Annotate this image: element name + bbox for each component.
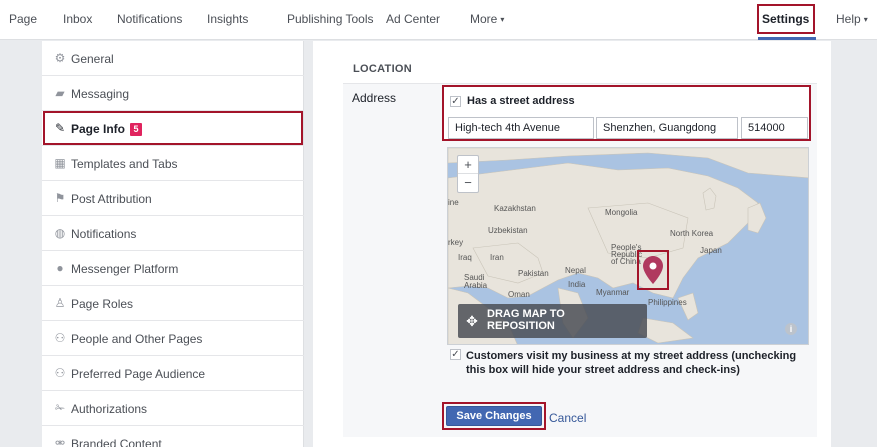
map-label: Pakistan [518,269,549,278]
handshake-icon: ⚮ [54,436,66,447]
sidebar-item-messaging[interactable]: ▰ Messaging [42,76,304,111]
zip-input[interactable]: 514000 [741,117,808,139]
sidebar-item-authorizations[interactable]: ✁ Authorizations [42,391,304,426]
caret-down-icon: ▾ [500,15,505,25]
people-icon: ⚇ [54,331,66,345]
sidebar-item-label: Messaging [71,87,130,101]
sidebar-item-page-roles[interactable]: ♙ Page Roles [42,286,304,321]
move-icon: ✥ [466,313,478,329]
globe-icon: ◍ [54,226,66,240]
sidebar-item-label: Page Roles [71,297,134,311]
sidebar-item-messenger-platform[interactable]: ● Messenger Platform [42,251,304,286]
nav-more-label: More [470,12,498,26]
nav-notifications[interactable]: Notifications [117,12,182,26]
right-gutter [831,41,877,447]
map-label: Oman [508,290,530,299]
sidebar-item-general[interactable]: ⚙ General [42,41,304,76]
sidebar-item-post-attribution[interactable]: ⚑ Post Attribution [42,181,304,216]
zoom-out-icon[interactable]: − [458,174,478,192]
sidebar-item-label: Messenger Platform [71,262,179,276]
settings-active-underline [758,37,816,40]
drag-map-text: DRAG MAP TO REPOSITION [487,308,565,332]
zoom-in-icon[interactable]: + [458,156,478,174]
sidebar-item-preferred-page-audience[interactable]: ⚇ Preferred Page Audience [42,356,304,391]
person-icon: ♙ [54,296,66,310]
map-label: Uzbekistan [488,226,528,235]
map-label: Nepal [565,266,586,275]
save-changes-button[interactable]: Save Changes [446,406,542,426]
map-label: India [568,280,586,289]
city-input[interactable]: Shenzhen, Guangdong [596,117,738,139]
caret-down-icon: ▾ [863,15,868,25]
nav-inbox[interactable]: Inbox [63,12,92,26]
map-label: Philippines [648,298,687,307]
gear-icon: ⚙ [54,51,66,65]
section-title: LOCATION [353,63,413,75]
nav-ad-center[interactable]: Ad Center [386,12,440,26]
map-zoom-control: + − [457,155,479,193]
sidebar-item-people-and-other-pages[interactable]: ⚇ People and Other Pages [42,321,304,356]
map-label: rkey [448,238,464,247]
has-street-address-label: Has a street address [467,95,575,107]
nav-page[interactable]: Page [9,12,37,26]
map-label: North Korea [670,229,714,238]
flag-icon: ⚑ [54,191,66,205]
info-icon[interactable]: i [785,323,797,335]
sidebar-item-label: Notifications [71,227,137,241]
messenger-icon: ● [56,261,64,275]
map-label: Mongolia [605,208,638,217]
nav-insights[interactable]: Insights [207,12,248,26]
grid-icon: ▦ [54,156,66,170]
nav-more[interactable]: More ▾ [470,12,504,26]
customers-visit-checkbox[interactable]: ✓ [450,349,461,360]
map-label: Iraq [458,253,472,262]
sidebar-item-label: Branded Content [71,437,162,447]
nav-help-label: Help [836,12,861,26]
map-label: Japan [700,246,722,255]
map-label: Saudi Arabia [464,273,488,290]
address-label: Address [352,91,397,105]
nav-help[interactable]: Help ▾ [836,12,868,26]
street-input[interactable]: High-tech 4th Avenue [448,117,594,139]
map-label: Kazakhstan [494,204,536,213]
chat-icon: ▰ [55,86,65,100]
nav-settings[interactable]: Settings [762,12,809,26]
wrench-icon: ✁ [54,401,66,415]
sidebar-item-templates-and-tabs[interactable]: ▦ Templates and Tabs [42,146,304,181]
settings-sidebar: ⚙ General ▰ Messaging ✎ Page Info 5 ▦ Tem… [42,41,304,447]
customers-visit-label: Customers visit my business at my street… [466,350,797,376]
cancel-link[interactable]: Cancel [549,411,586,425]
sidebar-item-label: People and Other Pages [71,332,203,346]
page-info-highlight [43,111,303,145]
sidebar-item-label: Templates and Tabs [71,157,178,171]
map-label: Myanmar [596,288,630,297]
map-label: ine [448,198,459,207]
sidebar-item-label: Post Attribution [71,192,152,206]
sidebar-item-label: Authorizations [71,402,148,416]
sidebar-item-notifications[interactable]: ◍ Notifications [42,216,304,251]
sidebar-item-branded-content[interactable]: ⚮ Branded Content [42,426,304,447]
people-icon: ⚇ [54,366,66,380]
has-street-address-checkbox[interactable]: ✓ [450,96,461,107]
sidebar-item-label: General [71,52,114,66]
map-pin-icon[interactable] [643,256,663,284]
map-label: Iran [490,253,504,262]
nav-publishing-tools[interactable]: Publishing Tools [287,12,374,26]
top-navigation: Page Inbox Notifications Insights Publis… [0,0,877,40]
sidebar-item-label: Preferred Page Audience [71,367,206,381]
